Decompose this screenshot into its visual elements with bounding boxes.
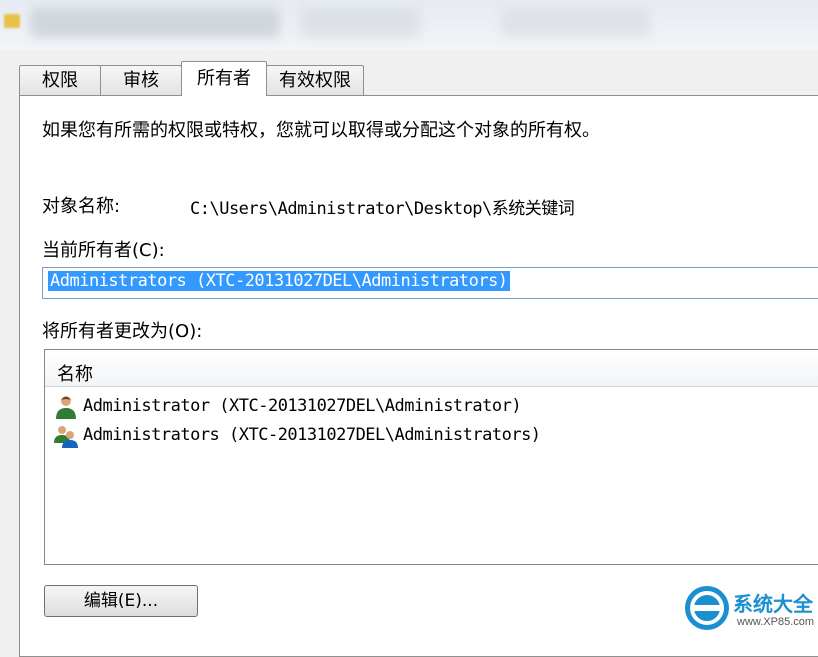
list-item-label: Administrator (XTC-20131027DEL\Administr…	[83, 396, 522, 416]
list-header[interactable]: 名称	[45, 350, 818, 387]
current-owner-label: 当前所有者(C):	[42, 240, 165, 261]
tab-permissions[interactable]: 权限	[19, 65, 101, 96]
current-owner-value: Administrators (XTC-20131027DEL\Administ…	[48, 271, 510, 291]
tab-auditing[interactable]: 审核	[100, 65, 182, 96]
user-icon	[56, 396, 76, 419]
owner-panel: 如果您有所需的权限或特权，您就可以取得或分配这个对象的所有权。 对象名称: C:…	[19, 95, 818, 657]
logo-icon	[685, 586, 729, 630]
owner-list[interactable]: 名称 Administrator (XTC-20131027DEL\Admini…	[44, 349, 818, 565]
intro-text: 如果您有所需的权限或特权，您就可以取得或分配这个对象的所有权。	[42, 120, 600, 141]
object-path: C:\Users\Administrator\Desktop\系统关键词	[190, 199, 575, 219]
group-icon	[54, 426, 78, 448]
title-bar	[0, 0, 818, 50]
current-owner-field[interactable]: Administrators (XTC-20131027DEL\Administ…	[42, 267, 818, 299]
watermark-name: 系统大全	[733, 592, 813, 616]
watermark-url: www.XP85.com	[737, 616, 815, 628]
object-name-label: 对象名称:	[42, 196, 121, 217]
edit-button[interactable]: 编辑(E)...	[44, 585, 198, 617]
name-column-header: 名称	[57, 364, 93, 385]
tab-owner[interactable]: 所有者	[181, 61, 267, 96]
change-owner-label: 将所有者更改为(O):	[42, 321, 203, 342]
list-item-label: Administrators (XTC-20131027DEL\Administ…	[83, 425, 541, 445]
watermark-logo: 系统大全 www.XP85.com	[685, 584, 818, 635]
folder-icon	[4, 14, 20, 28]
tab-effective-permissions[interactable]: 有效权限	[266, 65, 364, 96]
